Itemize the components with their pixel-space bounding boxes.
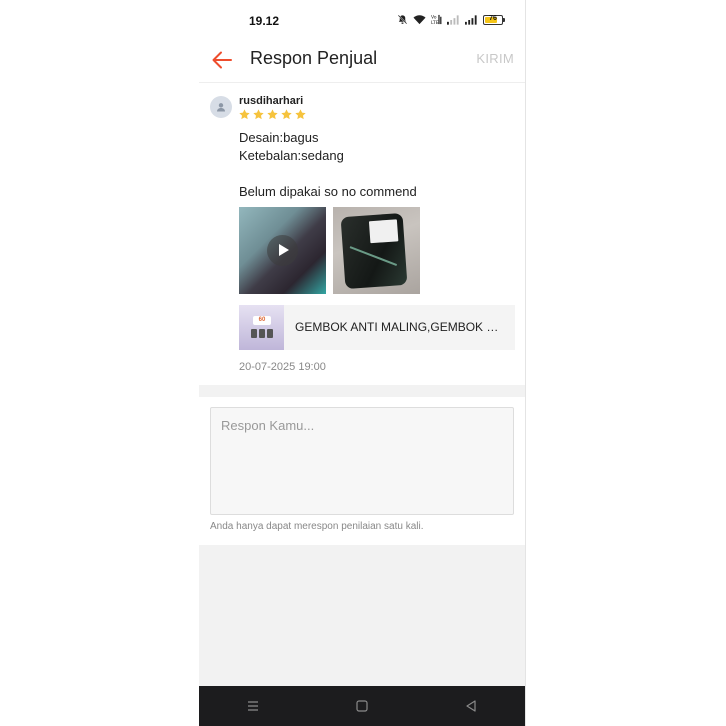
rating-stars	[238, 108, 307, 121]
empty-area	[199, 545, 525, 686]
product-name: GEMBOK ANTI MALING,GEMBOK RUMAH	[295, 320, 505, 334]
padlock-image	[267, 329, 273, 338]
star-icon	[267, 109, 278, 120]
home-square-icon	[356, 700, 368, 712]
review-text: Desain:bagus Ketebalan:sedang Belum dipa…	[239, 129, 417, 201]
review-photo-thumbnail[interactable]	[333, 207, 420, 294]
app-header: Respon Penjual KIRIM	[199, 42, 525, 83]
phone-screen: 19.12 Vo LTE 76 Respon Penjual KIRIM rus…	[199, 0, 525, 726]
review-line: Ketebalan:sedang	[239, 148, 344, 163]
review-line: Desain:bagus	[239, 130, 319, 145]
padlock-image	[251, 329, 257, 338]
product-thumbnail: 60	[239, 305, 284, 350]
star-icon	[295, 109, 306, 120]
star-icon	[253, 109, 264, 120]
review-line: Belum dipakai so no commend	[239, 184, 417, 199]
signal-strong-icon	[465, 14, 478, 25]
avatar	[210, 96, 232, 118]
status-icons: Vo LTE 76	[397, 14, 505, 25]
thumb-badge: 60	[253, 316, 271, 325]
system-back-button[interactable]	[416, 686, 525, 726]
response-input[interactable]	[210, 407, 514, 515]
review-date: 20-07-2025 19:00	[239, 361, 326, 373]
user-icon	[217, 103, 225, 112]
package-image	[340, 212, 408, 290]
status-time: 19.12	[249, 14, 280, 28]
recent-apps-button[interactable]	[199, 686, 308, 726]
review-card: rusdiharhari Desain:bagus Ketebalan:seda…	[199, 83, 525, 385]
response-hint: Anda hanya dapat merespon penilaian satu…	[210, 521, 424, 532]
star-icon	[239, 109, 250, 120]
section-divider	[199, 385, 525, 397]
review-video-thumbnail[interactable]	[239, 207, 326, 294]
svg-text:LTE: LTE	[431, 20, 439, 25]
system-nav-bar	[199, 686, 525, 726]
status-bar: 19.12 Vo LTE 76	[199, 0, 525, 42]
star-icon	[281, 109, 292, 120]
home-button[interactable]	[308, 686, 417, 726]
back-button[interactable]	[209, 47, 235, 73]
svg-text:Vo: Vo	[431, 15, 437, 21]
battery-tip	[503, 17, 505, 22]
page-title: Respon Penjual	[250, 48, 378, 68]
send-button[interactable]: KIRIM	[476, 51, 514, 66]
volte-icon: Vo LTE	[431, 14, 442, 25]
package-stripe	[349, 246, 398, 266]
battery-level: 76	[489, 14, 497, 22]
padlock-image	[259, 329, 265, 338]
response-section: Anda hanya dapat merespon penilaian satu…	[199, 397, 525, 545]
play-icon	[267, 235, 298, 266]
review-line	[239, 165, 417, 183]
back-triangle-icon	[466, 700, 476, 712]
mute-bell-icon	[397, 14, 408, 25]
product-link[interactable]: 60 GEMBOK ANTI MALING,GEMBOK RUMAH	[239, 305, 515, 350]
shipping-label	[368, 219, 399, 244]
review-username: rusdiharhari	[239, 95, 304, 107]
battery-icon: 76	[483, 14, 505, 25]
signal-weak-icon	[447, 14, 460, 25]
screen-edge	[525, 0, 526, 726]
arrow-left-icon	[212, 51, 232, 69]
menu-icon	[248, 701, 259, 711]
wifi-icon	[413, 14, 426, 25]
